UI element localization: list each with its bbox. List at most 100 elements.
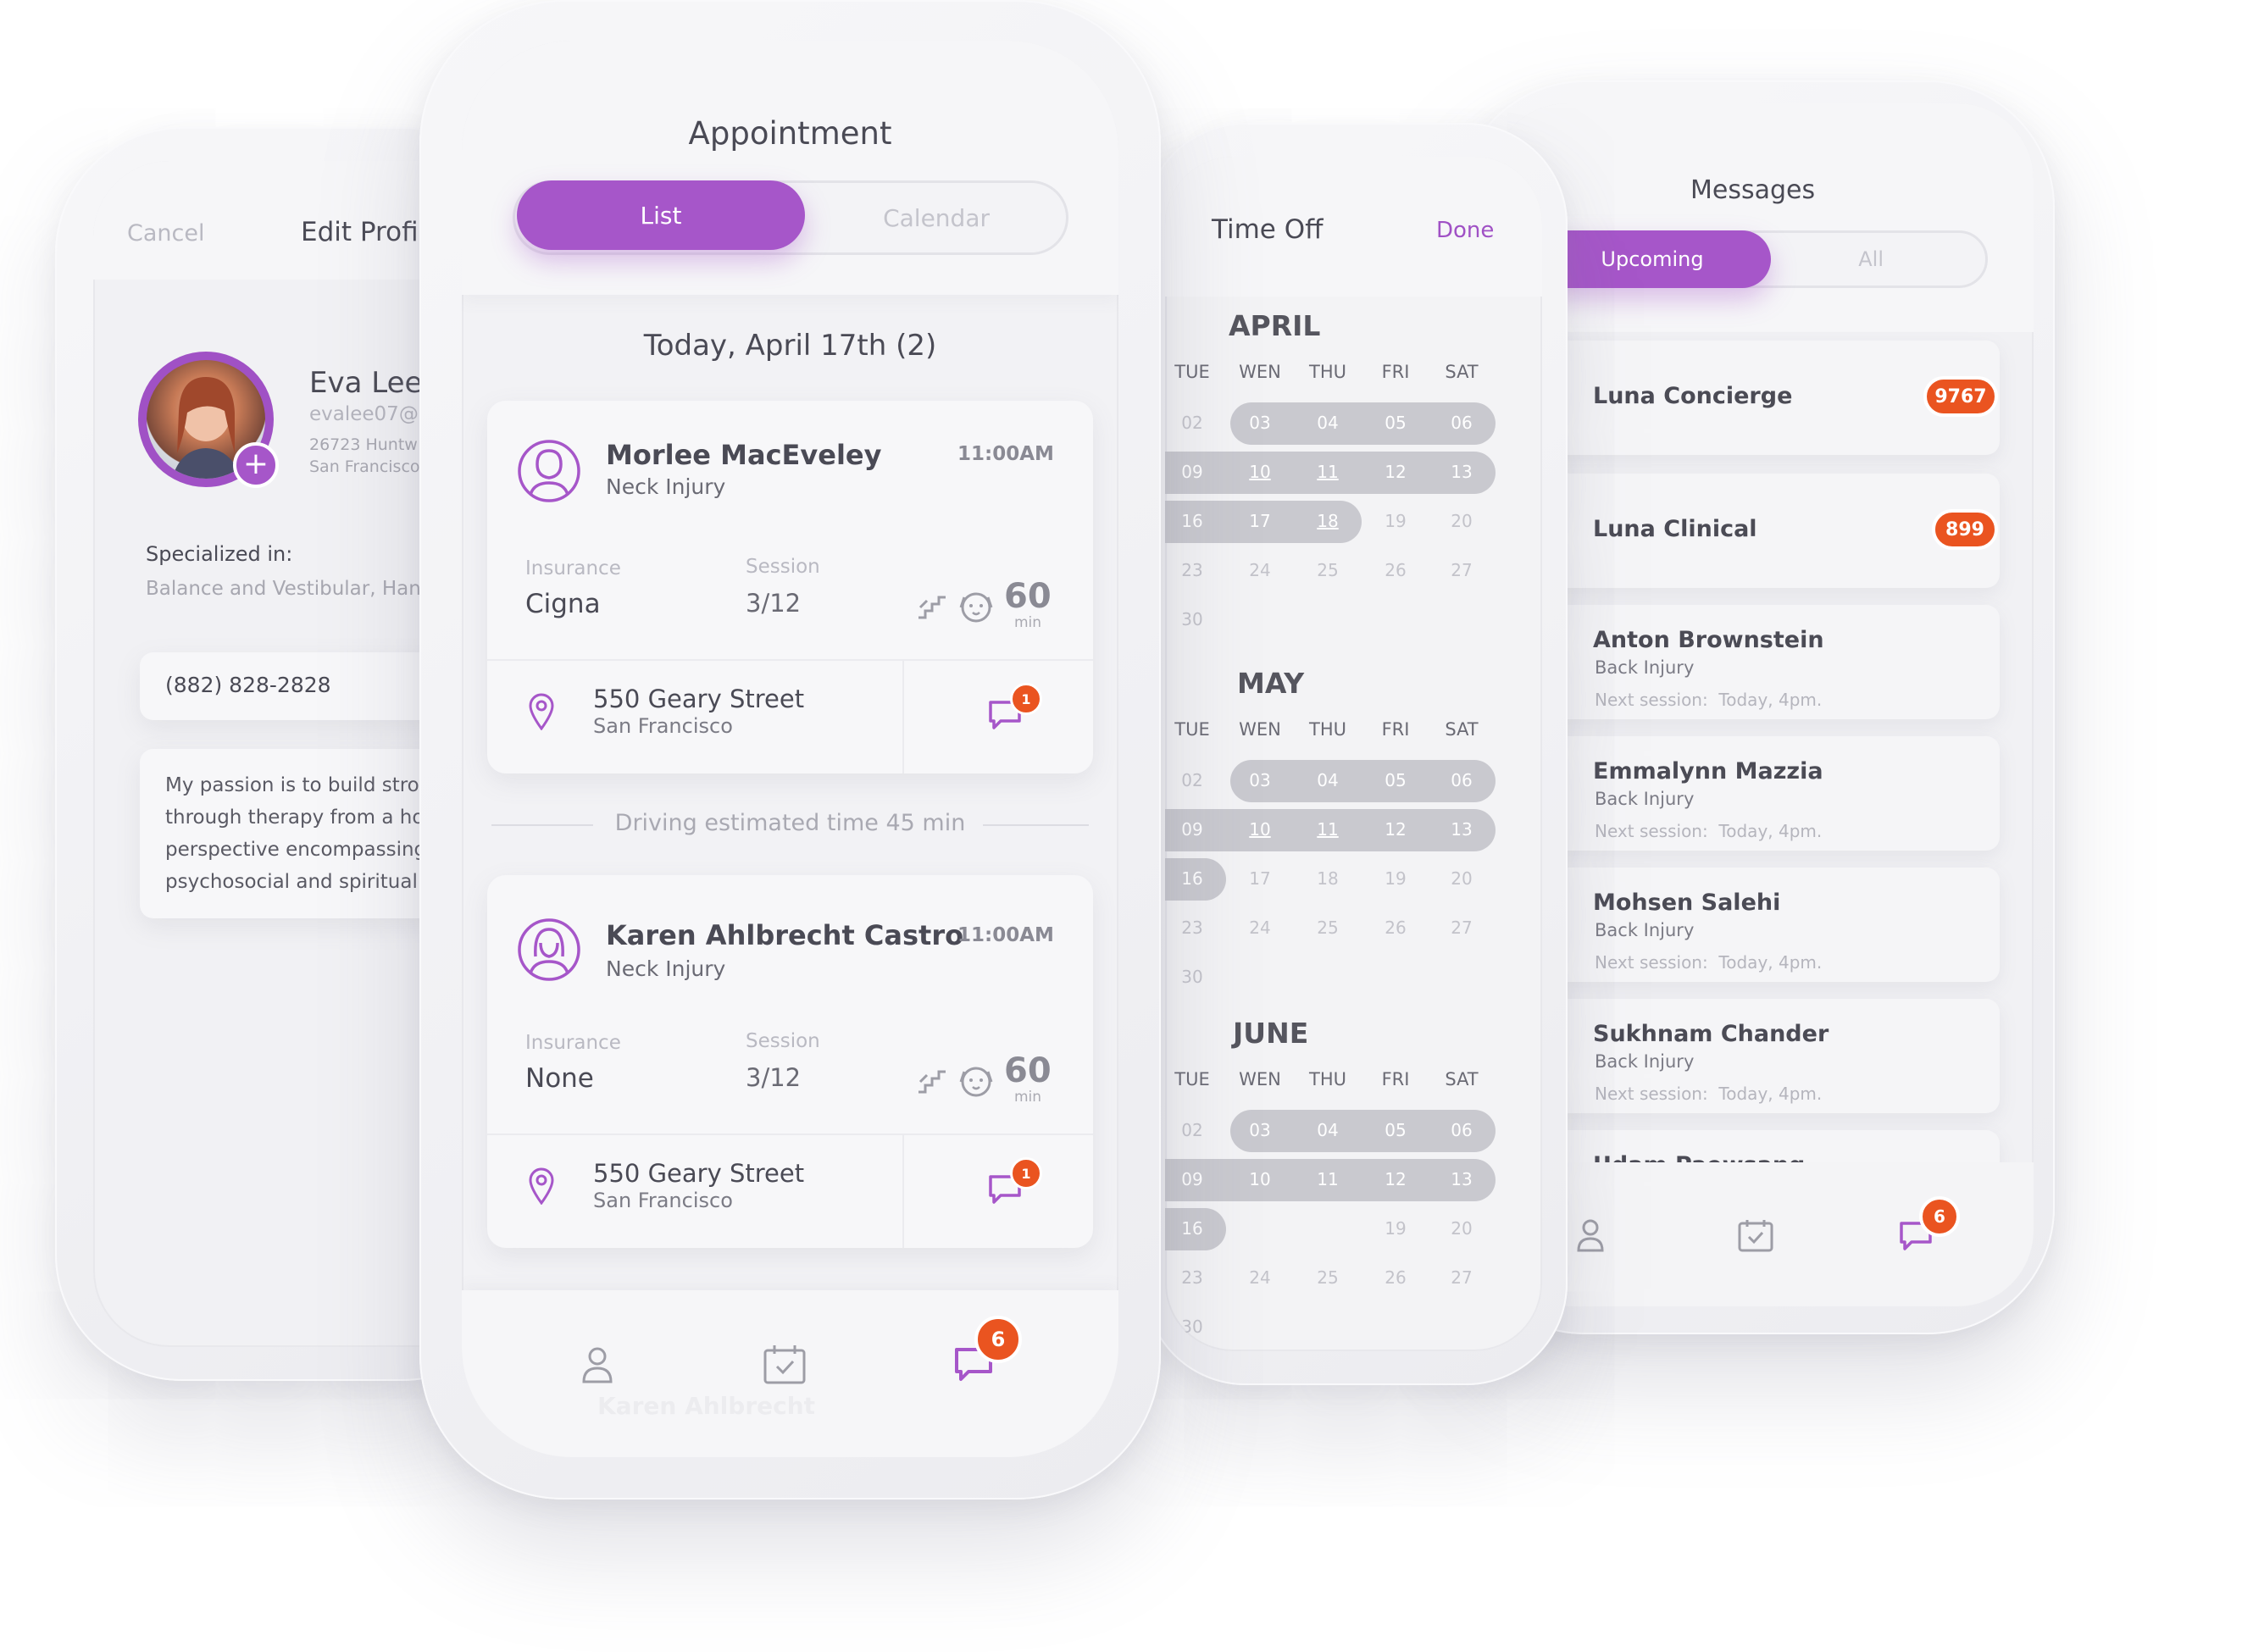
- calendar-month-title: APRIL: [1229, 309, 1321, 342]
- calendar-day[interactable]: 18: [1302, 511, 1353, 531]
- calendar-icon[interactable]: [1737, 1218, 1774, 1252]
- calendar-day[interactable]: 23: [1167, 560, 1218, 580]
- calendar-day[interactable]: 16: [1167, 868, 1218, 889]
- tab-upcoming[interactable]: Upcoming: [1534, 230, 1771, 288]
- calendar-day[interactable]: 17: [1235, 868, 1285, 889]
- phone-value: (882) 828-2828: [165, 673, 331, 697]
- message-item[interactable]: Sukhnam Chander Back Injury Next session…: [1491, 999, 2000, 1113]
- calendar-day[interactable]: 02: [1167, 413, 1218, 433]
- message-item[interactable]: Anton Brownstein Back Injury Next sessio…: [1491, 605, 2000, 719]
- calendar-day[interactable]: 13: [1436, 819, 1487, 840]
- calendar-day[interactable]: 13: [1436, 1169, 1487, 1189]
- calendar-day[interactable]: 24: [1235, 917, 1285, 938]
- calendar-day[interactable]: 24: [1235, 1267, 1285, 1288]
- address-city: San Francisco: [593, 714, 733, 738]
- message-sender: Luna Clinical: [1593, 516, 1757, 542]
- calendar-day[interactable]: 19: [1370, 1218, 1421, 1239]
- appointment-card[interactable]: Morlee MacEveley Neck Injury 11:00AM Ins…: [487, 401, 1093, 773]
- calendar-day[interactable]: 19: [1370, 511, 1421, 531]
- calendar-day[interactable]: 18: [1302, 868, 1353, 889]
- calendar-day[interactable]: 09: [1167, 1169, 1218, 1189]
- calendar-day[interactable]: 04: [1302, 770, 1353, 790]
- calendar-day[interactable]: 12: [1370, 462, 1421, 482]
- calendar-day[interactable]: 03: [1235, 770, 1285, 790]
- calendar-day[interactable]: 23: [1167, 917, 1218, 938]
- profile-icon[interactable]: [1576, 1218, 1605, 1252]
- calendar-day[interactable]: 12: [1370, 819, 1421, 840]
- calendar-day[interactable]: 03: [1235, 1120, 1285, 1140]
- calendar-day[interactable]: 26: [1370, 560, 1421, 580]
- calendar-day[interactable]: 09: [1167, 819, 1218, 840]
- add-photo-button[interactable]: +: [233, 442, 279, 488]
- calendar-day[interactable]: 04: [1302, 1120, 1353, 1140]
- calendar-day[interactable]: 25: [1302, 1267, 1353, 1288]
- calendar-day[interactable]: 02: [1167, 1120, 1218, 1140]
- calendar-day[interactable]: 06: [1436, 413, 1487, 433]
- profile-icon[interactable]: [580, 1345, 614, 1384]
- calendar-day[interactable]: 11: [1302, 819, 1353, 840]
- calendar-day[interactable]: 30: [1167, 967, 1218, 987]
- calendar-day[interactable]: 24: [1235, 560, 1285, 580]
- calendar-day[interactable]: 05: [1370, 413, 1421, 433]
- appointment-card[interactable]: Karen Ahlbrecht Castro Neck Injury 11:00…: [487, 875, 1093, 1248]
- calendar-day[interactable]: 13: [1436, 462, 1487, 482]
- calendar-day[interactable]: 26: [1370, 917, 1421, 938]
- calendar-day[interactable]: 19: [1370, 868, 1421, 889]
- calendar-day[interactable]: 20: [1436, 511, 1487, 531]
- calendar-day[interactable]: 06: [1436, 770, 1487, 790]
- calendar-day[interactable]: 30: [1167, 609, 1218, 629]
- message-item[interactable]: Luna Concierge 9767: [1491, 341, 2000, 455]
- calendar-day[interactable]: 11: [1302, 1169, 1353, 1189]
- messages-count-badge: 6: [1919, 1196, 1960, 1237]
- calendar-day[interactable]: 27: [1436, 560, 1487, 580]
- specialized-value: Balance and Vestibular, Hand: [146, 578, 434, 600]
- dog-icon: [959, 592, 993, 623]
- calendar-day[interactable]: 12: [1370, 1169, 1421, 1189]
- calendar-weekday-label: THU: [1309, 719, 1346, 740]
- message-sender: Sukhnam Chander: [1593, 1021, 1829, 1047]
- tab-list[interactable]: List: [517, 180, 805, 250]
- calendar-day[interactable]: 03: [1235, 413, 1285, 433]
- calendar-day[interactable]: 10: [1235, 819, 1285, 840]
- calendar-day[interactable]: 10: [1235, 462, 1285, 482]
- calendar-weekday-label: SAT: [1445, 362, 1479, 382]
- calendar-day[interactable]: 27: [1436, 1267, 1487, 1288]
- calendar-day[interactable]: 09: [1167, 462, 1218, 482]
- calendar-day[interactable]: 02: [1167, 770, 1218, 790]
- calendar-day[interactable]: 25: [1302, 917, 1353, 938]
- calendar-day[interactable]: 30: [1167, 1317, 1218, 1337]
- calendar-icon[interactable]: [763, 1344, 807, 1384]
- cancel-button[interactable]: Cancel: [127, 220, 204, 247]
- message-condition: Back Injury: [1595, 789, 1695, 809]
- calendar-day[interactable]: 11: [1302, 462, 1353, 482]
- bio-line: perspective encompassing: [165, 839, 427, 861]
- profile-address-line2: San Francisco: [309, 457, 420, 476]
- done-button[interactable]: Done: [1436, 218, 1494, 243]
- calendar-weekday-label: FRI: [1381, 719, 1410, 740]
- calendar-day[interactable]: 26: [1370, 1267, 1421, 1288]
- plus-icon: +: [242, 446, 269, 481]
- calendar-day[interactable]: 16: [1167, 511, 1218, 531]
- session-label: Session: [746, 556, 820, 578]
- calendar-day[interactable]: 23: [1167, 1267, 1218, 1288]
- calendar-day[interactable]: 27: [1436, 917, 1487, 938]
- calendar-day[interactable]: 10: [1235, 1169, 1285, 1189]
- calendar-day[interactable]: 20: [1436, 1218, 1487, 1239]
- calendar-day[interactable]: 05: [1370, 770, 1421, 790]
- message-item[interactable]: Luna Clinical 899: [1491, 474, 2000, 588]
- calendar-weekday-label: THU: [1309, 362, 1346, 382]
- calendar-day[interactable]: 06: [1436, 1120, 1487, 1140]
- insurance-label: Insurance: [525, 1032, 621, 1054]
- stairs-icon: [918, 596, 946, 619]
- calendar-day[interactable]: 17: [1235, 511, 1285, 531]
- message-item[interactable]: Emmalynn Mazzia Back Injury Next session…: [1491, 736, 2000, 851]
- message-next-session: Next session: Today, 4pm.: [1595, 821, 1823, 841]
- message-item[interactable]: Mohsen Salehi Back Injury Next session: …: [1491, 868, 2000, 982]
- calendar-day[interactable]: 20: [1436, 868, 1487, 889]
- calendar-day[interactable]: 04: [1302, 413, 1353, 433]
- calendar-day[interactable]: 05: [1370, 1120, 1421, 1140]
- calendar-day[interactable]: 25: [1302, 560, 1353, 580]
- message-condition: Back Injury: [1595, 1051, 1695, 1072]
- message-sender: Anton Brownstein: [1593, 627, 1824, 653]
- calendar-day[interactable]: 16: [1167, 1218, 1218, 1239]
